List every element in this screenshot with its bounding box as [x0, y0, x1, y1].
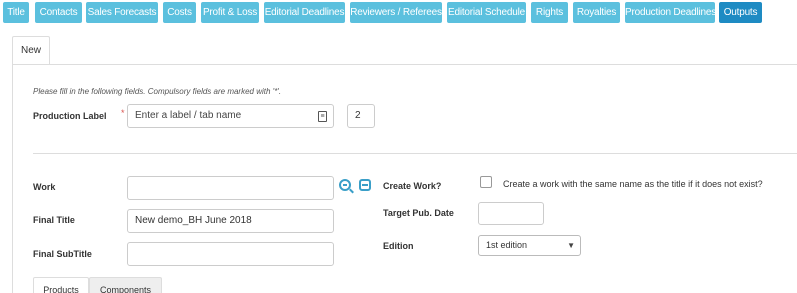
production-number-input[interactable]: 2 — [347, 104, 375, 128]
create-work-label: Create Work? — [383, 181, 442, 191]
edition-selected-value: 1st edition — [486, 240, 528, 250]
form-instructions: Please fill in the following fields. Com… — [33, 87, 282, 96]
nav-tab-reviewers-referees[interactable]: Reviewers / Referees — [350, 2, 442, 23]
nav-tab-outputs[interactable]: Outputs — [719, 2, 762, 23]
subtab-components[interactable]: Components — [89, 277, 162, 293]
nav-tab-editorial-schedule[interactable]: Editorial Schedule — [447, 2, 526, 23]
panel-border — [12, 64, 13, 293]
top-nav: Title Contacts Sales Forecasts Costs Pro… — [0, 0, 797, 24]
edition-select[interactable]: 1st edition ▼ — [478, 235, 581, 256]
nav-tab-title[interactable]: Title — [3, 2, 29, 23]
edition-label: Edition — [383, 241, 414, 251]
nav-tab-sales-forecasts[interactable]: Sales Forecasts — [86, 2, 158, 23]
work-input[interactable] — [127, 176, 334, 200]
minus-square-icon[interactable] — [359, 179, 371, 191]
nav-tab-profit-loss[interactable]: Profit & Loss — [201, 2, 259, 23]
list-icon[interactable]: ≡ — [318, 111, 327, 122]
section-divider — [33, 153, 797, 154]
final-subtitle-input[interactable] — [127, 242, 334, 266]
create-work-description: Create a work with the same name as the … — [503, 179, 763, 189]
production-label-input[interactable]: Enter a label / tab name — [127, 104, 334, 128]
tab-new[interactable]: New — [12, 36, 50, 64]
production-label-label: Production Label — [33, 111, 107, 121]
final-subtitle-label: Final SubTitle — [33, 249, 92, 259]
work-label: Work — [33, 182, 56, 192]
nav-tab-contacts[interactable]: Contacts — [35, 2, 82, 23]
tab-divider — [12, 64, 797, 65]
nav-tab-production-deadlines[interactable]: Production Deadlines — [625, 2, 715, 23]
target-pub-date-label: Target Pub. Date — [383, 208, 454, 218]
final-title-input[interactable]: New demo_BH June 2018 — [127, 209, 334, 233]
nav-tab-editorial-deadlines[interactable]: Editorial Deadlines — [264, 2, 345, 23]
final-title-label: Final Title — [33, 215, 75, 225]
nav-tab-royalties[interactable]: Royalties — [573, 2, 620, 23]
create-work-checkbox[interactable] — [480, 176, 492, 188]
chevron-down-icon: ▼ — [567, 241, 575, 250]
target-pub-date-input[interactable] — [478, 202, 544, 225]
nav-tab-rights[interactable]: Rights — [531, 2, 568, 23]
nav-tab-costs[interactable]: Costs — [163, 2, 196, 23]
required-mark: * — [121, 108, 125, 118]
subtab-products[interactable]: Products — [33, 277, 89, 293]
zoom-in-icon[interactable] — [339, 179, 351, 191]
